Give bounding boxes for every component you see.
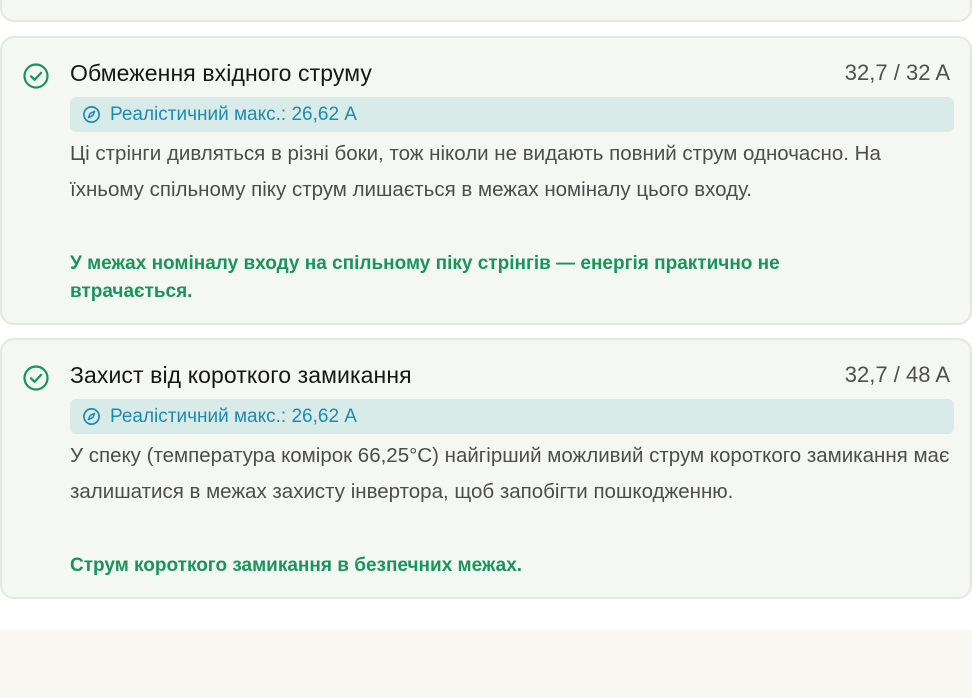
check-description: У спеку (температура комірок 66,25°C) на… [70,444,950,503]
checks-list: Обмеження вхідного струму 32,7 / 32 A Ре… [0,0,972,630]
check-result-note: Струм короткого замикання в безпечних ме… [70,555,523,576]
check-circle-icon [23,63,49,89]
check-result-note: У межах номіналу входу на спільному піку… [70,253,780,302]
realistic-max-badge: Реалістичний макс.: 26,62 A [70,97,954,132]
check-card-input-current: Обмеження вхідного струму 32,7 / 32 A Ре… [0,36,972,325]
realistic-max-badge: Реалістичний макс.: 26,62 A [70,399,954,434]
compass-icon [83,408,100,425]
check-description: Ці стрінги дивляться в різні боки, тож н… [70,142,881,201]
previous-check-card [0,0,972,22]
check-value: 32,7 / 48 A [844,362,950,387]
check-card-short-circuit: Захист від короткого замикання 32,7 / 48… [0,338,972,599]
realistic-max-text: Реалістичний макс.: 26,62 A [110,406,357,427]
check-value: 32,7 / 32 A [844,60,950,85]
compass-icon [83,106,100,123]
check-title: Захист від короткого замикання [70,362,412,388]
check-title: Обмеження вхідного струму [70,60,373,86]
check-circle-icon [23,365,49,391]
realistic-max-text: Реалістичний макс.: 26,62 A [110,104,357,125]
